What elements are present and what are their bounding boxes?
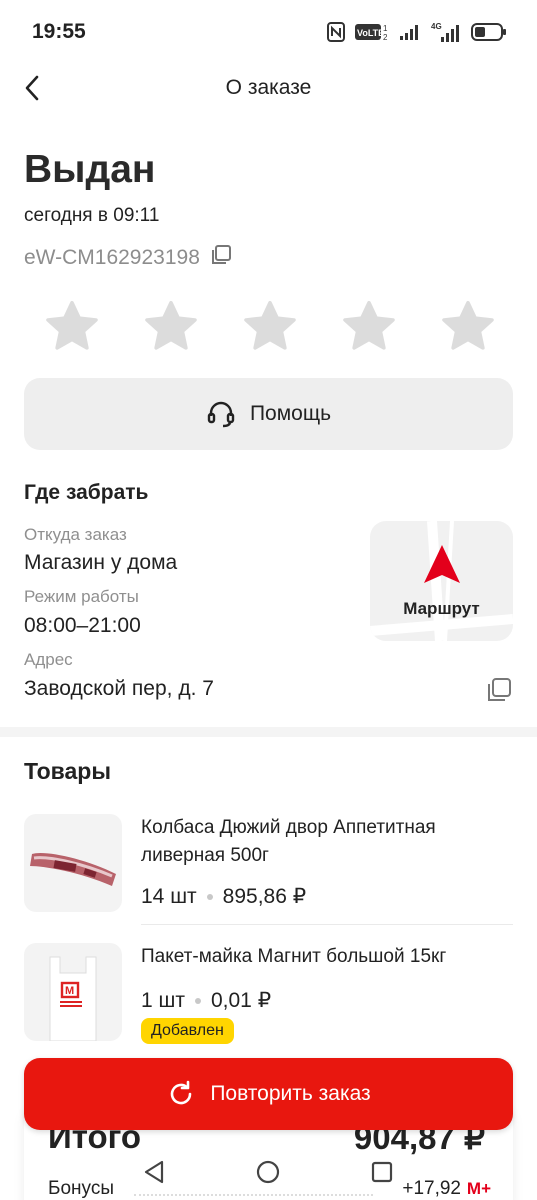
star-icon[interactable] — [42, 296, 102, 356]
pickup-section-title: Где забрать — [24, 481, 149, 504]
rating-stars — [42, 296, 498, 356]
star-icon[interactable] — [141, 296, 201, 356]
order-date: сегодня в 09:11 — [24, 205, 160, 226]
headset-icon — [207, 401, 235, 428]
product-item[interactable]: Колбаса Дюжий двор Аппетитная ливерная 5… — [24, 814, 513, 925]
star-icon[interactable] — [240, 296, 300, 356]
volte-text: VoLTE — [357, 28, 384, 38]
added-badge: Добавлен — [141, 1018, 234, 1044]
svg-text:1: 1 — [383, 24, 388, 33]
route-label: Маршрут — [403, 599, 480, 618]
status-time: 19:55 — [32, 20, 86, 43]
repeat-order-button[interactable]: Повторить заказ — [24, 1058, 513, 1130]
battery-icon — [471, 22, 507, 42]
product-item[interactable]: M Пакет-майка Магнит большой 15кг 1 шт 0… — [24, 943, 513, 1044]
route-button[interactable]: Маршрут — [370, 521, 513, 641]
4g-signal-icon: 4G — [431, 21, 461, 43]
address-value: Заводской пер, д. 7 — [24, 677, 214, 700]
product-qty: 1 шт — [141, 988, 185, 1012]
hours-label: Режим работы — [24, 587, 139, 606]
navigation-arrow-icon — [424, 545, 460, 583]
product-qty-price: 14 шт 895,86 ₽ — [141, 884, 306, 909]
status-bar: 19:55 VoLTE 1 2 4G — [0, 0, 537, 62]
product-price: 0,01 ₽ — [210, 989, 272, 1012]
status-icons: VoLTE 1 2 4G — [327, 21, 507, 43]
page-title: О заказе — [225, 76, 312, 99]
product-image: M — [24, 943, 122, 1041]
order-number-row: eW-CM162923198 — [24, 244, 232, 271]
network-text: 4G — [431, 22, 442, 31]
product-qty-price: 1 шт 0,01 ₽ — [141, 988, 271, 1013]
system-nav-bar — [0, 1140, 537, 1200]
product-name: Пакет-майка Магнит большой 15кг — [141, 946, 447, 967]
copy-address-icon[interactable] — [484, 675, 514, 705]
header: О заказе — [0, 62, 537, 116]
separator-dot — [194, 997, 201, 1004]
separator-dot — [206, 893, 213, 900]
hours-value: 08:00–21:00 — [24, 614, 141, 637]
help-button[interactable]: Помощь — [24, 378, 513, 450]
from-label: Откуда заказ — [24, 525, 127, 544]
order-status: Выдан — [24, 148, 156, 191]
product-image — [24, 814, 122, 912]
square-recents-icon — [371, 1161, 393, 1183]
product-name: Колбаса Дюжий двор Аппетитная ливерная 5… — [141, 817, 436, 866]
svg-text:M: M — [65, 985, 74, 997]
repeat-order-label: Повторить заказ — [210, 1082, 371, 1105]
svg-text:2: 2 — [383, 33, 388, 42]
section-divider — [0, 727, 537, 737]
nav-recents-button[interactable] — [364, 1154, 400, 1190]
address-label: Адрес — [24, 650, 73, 669]
refresh-icon — [171, 1080, 192, 1105]
nfc-icon — [327, 22, 345, 42]
triangle-back-icon — [144, 1160, 164, 1184]
from-value: Магазин у дома — [24, 551, 178, 574]
help-label: Помощь — [249, 402, 332, 425]
product-qty: 14 шт — [141, 884, 197, 908]
product-price: 895,86 ₽ — [222, 885, 307, 908]
nav-back-button[interactable] — [136, 1154, 172, 1190]
copy-icon[interactable] — [210, 244, 232, 271]
signal-icon — [399, 23, 421, 41]
nav-home-button[interactable] — [250, 1154, 286, 1190]
star-icon[interactable] — [438, 296, 498, 356]
star-icon[interactable] — [339, 296, 399, 356]
order-number: eW-CM162923198 — [24, 245, 200, 269]
product-divider — [141, 924, 513, 925]
circle-home-icon — [256, 1160, 280, 1184]
volte-icon: VoLTE 1 2 — [355, 22, 389, 42]
products-section-title: Товары — [24, 758, 111, 784]
